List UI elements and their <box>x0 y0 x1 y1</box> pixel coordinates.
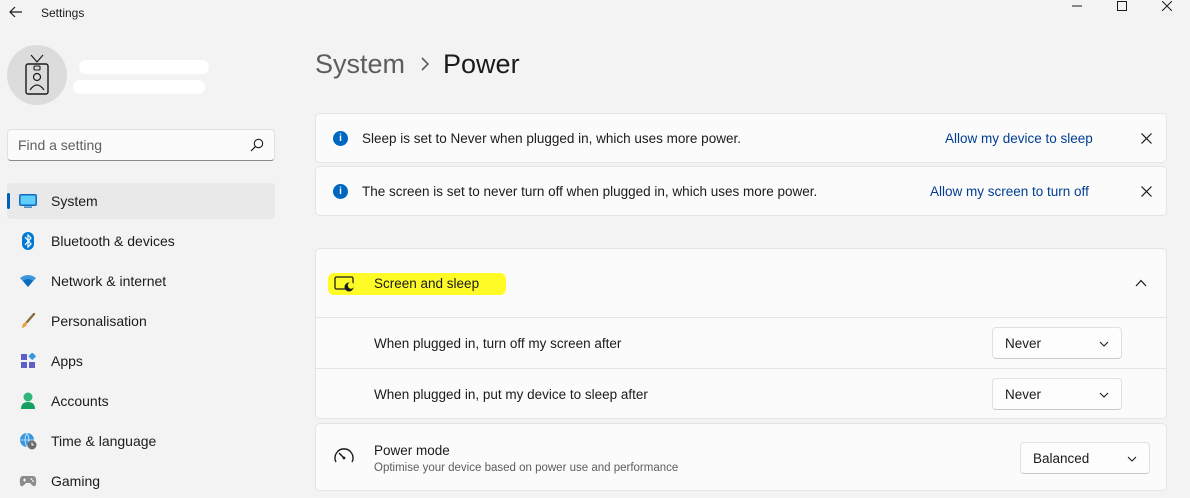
page-title: Power <box>443 48 520 79</box>
sidebar-item-label: Apps <box>51 353 83 369</box>
sidebar-item-label: System <box>51 193 98 209</box>
sidebar-item-label: Gaming <box>51 473 101 489</box>
screen-off-dropdown[interactable]: Never <box>992 327 1122 359</box>
paintbrush-icon <box>19 312 37 330</box>
sidebar-item-system[interactable]: System <box>7 183 275 219</box>
search-icon[interactable] <box>250 138 264 152</box>
info-icon: i <box>333 131 348 146</box>
close-icon[interactable] <box>1138 183 1154 199</box>
chevron-down-icon <box>1127 454 1137 464</box>
sleep-dropdown[interactable]: Never <box>992 378 1122 410</box>
gamepad-icon <box>19 472 37 490</box>
close-icon[interactable] <box>1144 0 1190 12</box>
bluetooth-icon <box>19 232 37 250</box>
setting-label: When plugged in, put my device to sleep … <box>374 387 648 402</box>
chevron-up-icon[interactable] <box>1134 276 1148 290</box>
sidebar-item-label: Personalisation <box>51 313 147 329</box>
user-email: ••••••@•••••••••• <box>73 80 205 94</box>
user-name: •••• ••••• <box>79 60 209 74</box>
avatar[interactable] <box>7 45 67 105</box>
sidebar-item-bluetooth[interactable]: Bluetooth & devices <box>7 223 275 259</box>
dropdown-value: Balanced <box>1033 451 1090 466</box>
screen-sleep-icon <box>334 276 355 292</box>
setting-row: When plugged in, turn off my screen afte… <box>316 317 1166 367</box>
sidebar-item-label: Network & internet <box>51 273 167 289</box>
power-mode-title: Power mode <box>374 443 450 458</box>
breadcrumb: System Power <box>315 46 520 82</box>
breadcrumb-parent[interactable]: System <box>315 49 405 80</box>
globe-clock-icon <box>19 432 37 450</box>
setting-label: When plugged in, turn off my screen afte… <box>374 336 622 351</box>
sidebar-item-gaming[interactable]: Gaming <box>7 463 275 498</box>
info-icon: i <box>333 184 348 199</box>
minimize-icon[interactable] <box>1054 0 1100 12</box>
title-bar: Settings <box>0 0 1190 26</box>
sidebar-item-personalisation[interactable]: Personalisation <box>7 303 275 339</box>
speedometer-icon <box>334 448 354 463</box>
notice-sleep: i Sleep is set to Never when plugged in,… <box>315 113 1167 163</box>
person-icon <box>19 392 37 410</box>
screen-and-sleep-section: Screen and sleep When plugged in, turn o… <box>315 248 1167 419</box>
search-input[interactable] <box>8 130 238 160</box>
apps-icon <box>19 352 37 370</box>
setting-row: When plugged in, put my device to sleep … <box>316 368 1166 418</box>
sidebar-item-label: Time & language <box>51 433 157 449</box>
sidebar-item-label: Bluetooth & devices <box>51 233 175 249</box>
sidebar-item-label: Accounts <box>51 393 109 409</box>
allow-screen-off-link[interactable]: Allow my screen to turn off <box>930 184 1089 199</box>
search-box[interactable] <box>7 129 275 161</box>
allow-sleep-link[interactable]: Allow my device to sleep <box>945 131 1093 146</box>
monitor-icon <box>19 192 37 210</box>
power-mode-dropdown[interactable]: Balanced <box>1020 442 1150 474</box>
notice-screen: i The screen is set to never turn off wh… <box>315 166 1167 216</box>
sidebar-item-network[interactable]: Network & internet <box>7 263 275 299</box>
close-icon[interactable] <box>1138 130 1154 146</box>
notice-text: The screen is set to never turn off when… <box>362 184 818 199</box>
maximize-icon[interactable] <box>1099 0 1145 12</box>
sidebar-item-accounts[interactable]: Accounts <box>7 383 275 419</box>
section-header[interactable]: Screen and sleep <box>316 249 1166 317</box>
chevron-down-icon <box>1099 390 1109 400</box>
dropdown-value: Never <box>1005 336 1042 351</box>
sidebar-item-apps[interactable]: Apps <box>7 343 275 379</box>
notice-text: Sleep is set to Never when plugged in, w… <box>362 131 741 146</box>
wifi-icon <box>19 272 37 290</box>
app-title: Settings <box>41 6 85 20</box>
chevron-down-icon <box>1099 339 1109 349</box>
sidebar-nav: System Bluetooth & devices Network & int… <box>7 183 275 498</box>
id-badge-icon <box>25 54 49 95</box>
sidebar-item-time-language[interactable]: Time & language <box>7 423 275 459</box>
power-mode-card: Power mode Optimise your device based on… <box>315 423 1167 491</box>
dropdown-value: Never <box>1005 387 1042 402</box>
section-title: Screen and sleep <box>374 276 480 291</box>
back-arrow-icon[interactable] <box>6 3 26 21</box>
chevron-right-icon <box>421 57 430 71</box>
power-mode-description: Optimise your device based on power use … <box>374 462 679 474</box>
